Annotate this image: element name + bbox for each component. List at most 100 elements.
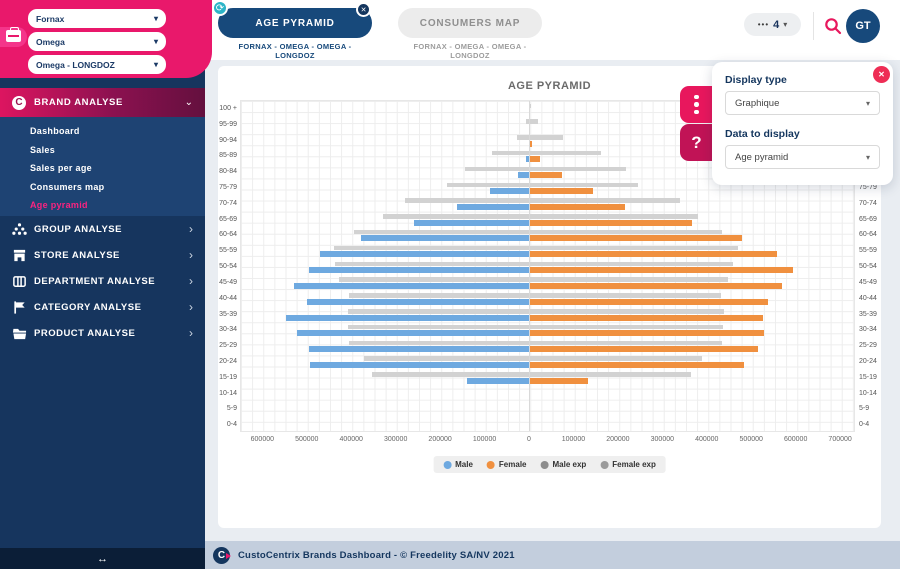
sidebar-filter-header: Fornax ▾ Omega ▾ Omega - LONGDOZ ▾	[0, 0, 212, 78]
y-axis-label-left: 25-29	[219, 338, 237, 354]
legend-item[interactable]: Male exp	[541, 460, 587, 469]
x-axis-tick-label: 300000	[384, 436, 407, 443]
y-axis-label-left: 95-99	[219, 117, 237, 133]
bar-male	[320, 251, 529, 257]
bar-female	[530, 283, 782, 289]
footer: C CustoCentrix Brands Dashboard - © Free…	[205, 541, 900, 569]
x-axis-tick-label: 200000	[606, 436, 629, 443]
display-type-select[interactable]: Graphique ▾	[725, 91, 880, 115]
data-to-display-select[interactable]: Age pyramid ▾	[725, 145, 880, 169]
store-icon	[12, 248, 27, 263]
sidebar-item-sales-per-age[interactable]: Sales per age	[0, 159, 205, 178]
legend-item[interactable]: Female	[487, 460, 527, 469]
chevron-right-icon: ›	[189, 249, 193, 261]
refresh-tab-button[interactable]: ⟳	[212, 0, 228, 16]
panel-close-button[interactable]: ✕	[873, 66, 890, 83]
help-button[interactable]: ?	[680, 124, 713, 161]
y-axis-label-right: 15-19	[859, 370, 877, 386]
select-value: Age pyramid	[735, 152, 788, 163]
user-avatar[interactable]: GT	[846, 9, 880, 43]
bar-female-exp	[530, 372, 691, 377]
display-options-panel: ✕ Display type Graphique ▾ Data to displ…	[712, 62, 893, 185]
bar-female	[530, 188, 593, 194]
caret-down-icon: ▾	[154, 37, 158, 46]
bar-male	[361, 235, 529, 241]
sidebar-item-age-pyramid[interactable]: Age pyramid	[0, 196, 205, 215]
filter-select-brand[interactable]: Omega ▾	[28, 32, 166, 51]
bar-female	[530, 378, 588, 384]
y-axis-label-left: 5-9	[227, 401, 237, 417]
bar-female-exp	[530, 167, 626, 172]
bar-male-exp	[349, 341, 529, 346]
filter-value: Omega - LONGDOZ	[36, 60, 115, 70]
tab-age-pyramid[interactable]: AGE PYRAMID	[218, 8, 372, 38]
filter-select-subbrand[interactable]: Omega - LONGDOZ ▾	[28, 55, 166, 74]
bar-male	[294, 283, 529, 289]
footer-text: CustoCentrix Brands Dashboard - © Freede…	[238, 550, 515, 561]
bar-female	[530, 330, 764, 336]
legend-item[interactable]: Female exp	[600, 460, 656, 469]
bar-male-exp	[354, 230, 529, 235]
x-axis-tick-label: 300000	[651, 436, 674, 443]
sidebar-item-department-analyse[interactable]: DEPARTMENT ANALYSE ›	[0, 268, 205, 294]
x-axis-tick-label: 700000	[828, 436, 851, 443]
search-button[interactable]	[824, 17, 842, 35]
bar-female-exp	[530, 246, 738, 251]
bar-female	[530, 235, 742, 241]
group-label: DEPARTMENT ANALYSE	[34, 276, 155, 287]
more-tabs-dropdown[interactable]: ••• 4 ▾	[744, 13, 801, 36]
sidebar-item-store-analyse[interactable]: STORE ANALYSE ›	[0, 242, 205, 268]
bar-male	[309, 267, 529, 273]
bar-female-exp	[530, 356, 702, 361]
tab-consumers-map[interactable]: CONSUMERS MAP	[398, 8, 542, 38]
sidebar-item-dashboard[interactable]: Dashboard	[0, 122, 205, 141]
y-axis-label-left: 55-59	[219, 243, 237, 259]
legend-label: Male exp	[553, 460, 587, 469]
bar-female	[530, 220, 692, 226]
y-axis-label-left: 60-64	[219, 227, 237, 243]
ellipsis-icon: •••	[758, 20, 769, 29]
sidebar-item-category-analyse[interactable]: CATEGORY ANALYSE ›	[0, 294, 205, 320]
close-icon: ✕	[878, 70, 885, 79]
category-icon	[12, 300, 27, 315]
chart-legend: Male Female Male exp Female exp	[433, 456, 666, 473]
sidebar-item-sales[interactable]: Sales	[0, 141, 205, 160]
caret-down-icon: ▾	[154, 14, 158, 23]
bar-female-exp	[530, 198, 680, 203]
y-axis-label-right: 55-59	[859, 243, 877, 259]
y-axis-label-right: 50-54	[859, 259, 877, 275]
sidebar-item-group-analyse[interactable]: GROUP ANALYSE ›	[0, 216, 205, 242]
bar-female-exp	[530, 309, 724, 314]
sidebar-collapse-handle[interactable]: ↔	[0, 548, 205, 569]
bar-male	[286, 315, 529, 321]
sidebar-section-brand-analyse[interactable]: C BRAND ANALYSE ⌄	[0, 88, 205, 117]
group-label: CATEGORY ANALYSE	[34, 302, 141, 313]
y-axis-label-left: 90-94	[219, 133, 237, 149]
sidebar-item-consumers-map[interactable]: Consumers map	[0, 178, 205, 197]
caret-down-icon: ▾	[154, 60, 158, 69]
bar-male	[310, 362, 529, 368]
caret-down-icon: ▾	[866, 153, 870, 162]
bar-male	[526, 156, 529, 162]
chart-menu-button[interactable]	[680, 86, 713, 123]
y-axis-label-left: 40-44	[219, 291, 237, 307]
y-axis-label-left: 45-49	[219, 275, 237, 291]
chevron-right-icon: ›	[189, 327, 193, 339]
y-axis-label-right: 10-14	[859, 386, 877, 402]
bar-female	[530, 251, 777, 257]
pos-tab[interactable]	[0, 27, 27, 47]
bar-female-exp	[530, 214, 698, 219]
bar-female-exp	[530, 135, 563, 140]
legend-item[interactable]: Male	[443, 460, 473, 469]
select-value: Graphique	[735, 98, 779, 109]
bar-female-exp	[530, 151, 601, 156]
close-tab-button[interactable]: ✕	[356, 2, 371, 17]
filter-select-brand-group[interactable]: Fornax ▾	[28, 9, 166, 28]
caret-down-icon: ▾	[866, 99, 870, 108]
x-axis-tick-label: 400000	[695, 436, 718, 443]
x-axis-tick-label: 0	[527, 436, 531, 443]
y-axis-label-left: 65-69	[219, 212, 237, 228]
sidebar-item-product-analyse[interactable]: PRODUCT ANALYSE ›	[0, 320, 205, 346]
sidebar-groups: GROUP ANALYSE › STORE ANALYSE › DEPARTME…	[0, 216, 205, 346]
topbar-divider	[813, 12, 814, 40]
